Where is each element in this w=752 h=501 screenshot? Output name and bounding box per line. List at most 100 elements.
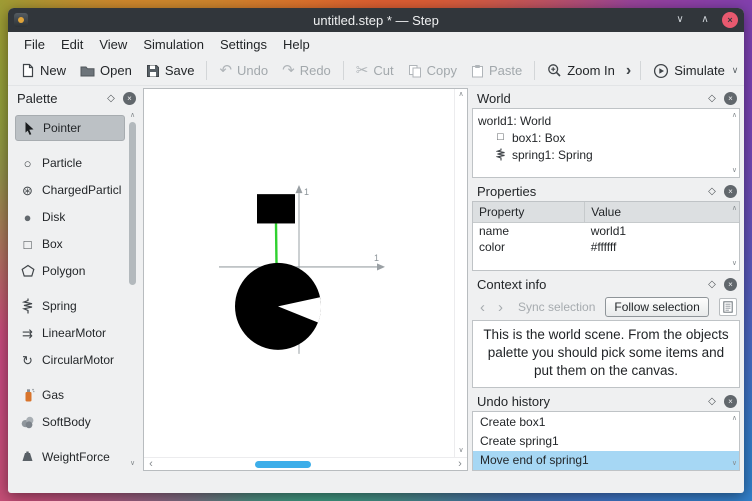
properties-float-icon[interactable]: ◇	[705, 186, 719, 197]
scroll-down-icon[interactable]: ∨	[732, 167, 737, 174]
new-button[interactable]: New	[14, 60, 73, 81]
undo-item-create-box1[interactable]: Create box1	[473, 413, 739, 432]
zoom-in-button[interactable]: Zoom In	[540, 60, 622, 81]
back-button[interactable]: ‹	[475, 300, 490, 315]
palette-item-softbody[interactable]: SoftBody	[15, 409, 125, 435]
palette-item-linearmotor[interactable]: ⇉ LinearMotor	[15, 320, 125, 346]
palette-item-box[interactable]: □ Box	[15, 231, 125, 257]
scroll-up-icon[interactable]: ∧	[458, 89, 463, 101]
tree-item-spring1[interactable]: spring1: Spring	[478, 146, 725, 163]
palette-item-polygon[interactable]: Polygon	[15, 258, 125, 284]
palette-item-circularmotor[interactable]: ↻ CircularMotor	[15, 347, 125, 373]
palette-close-button[interactable]: ×	[123, 91, 136, 105]
copy-button[interactable]: Copy	[401, 60, 464, 81]
spring-icon	[494, 148, 507, 161]
sync-selection-button[interactable]: Sync selection	[511, 297, 602, 317]
properties-close-button[interactable]: ×	[724, 184, 737, 198]
follow-selection-button[interactable]: Follow selection	[605, 297, 709, 317]
menu-edit[interactable]: Edit	[53, 35, 91, 54]
cut-button[interactable]: ✂ Cut	[349, 60, 401, 81]
forward-button[interactable]: ›	[493, 300, 508, 315]
undo-button[interactable]: ↶ Undo	[212, 60, 275, 81]
zoom-in-icon	[547, 63, 562, 78]
undo-history-float-icon[interactable]: ◇	[705, 396, 719, 407]
palette-item-pointer[interactable]: Pointer	[15, 115, 125, 141]
box-icon: □	[23, 236, 32, 252]
scroll-down-icon[interactable]: ∨	[458, 445, 463, 457]
horizontal-scroll-thumb[interactable]	[255, 461, 312, 468]
open-folder-icon	[80, 64, 95, 78]
close-button[interactable]: ×	[722, 12, 738, 28]
palette-item-label: Spring	[42, 299, 77, 313]
scroll-up-icon[interactable]: ∧	[732, 112, 737, 119]
redo-button[interactable]: ↷ Redo	[275, 60, 338, 81]
column-header-property[interactable]: Property	[473, 202, 586, 223]
scroll-right-icon[interactable]: ›	[453, 458, 467, 471]
spring-icon	[19, 298, 36, 314]
undo-item-move-end-of-spring1[interactable]: Move end of spring1	[473, 451, 739, 470]
canvas-horizontal-scrollbar[interactable]: ‹ ›	[144, 457, 467, 470]
documentation-button[interactable]	[719, 298, 737, 316]
scroll-up-icon[interactable]: ∧	[732, 415, 737, 422]
properties-title: Properties	[477, 183, 537, 199]
scroll-up-icon[interactable]: ∧	[128, 112, 137, 119]
scene-view[interactable]: 1 1	[144, 89, 454, 457]
menu-settings[interactable]: Settings	[212, 35, 275, 54]
context-info-close-button[interactable]: ×	[724, 277, 737, 291]
palette-header: Palette ◇ ×	[12, 88, 139, 108]
titlebar[interactable]: untitled.step * — Step ∨ ∧ ×	[8, 8, 744, 32]
scroll-down-icon[interactable]: ∨	[128, 460, 137, 467]
scroll-down-icon[interactable]: ∨	[732, 460, 737, 467]
properties-panel: Properties ◇ × Property Value name world…	[472, 181, 740, 271]
palette-float-icon[interactable]: ◇	[104, 93, 118, 104]
minimize-icon: ∨	[676, 14, 684, 25]
tree-item-world1[interactable]: world1: World	[478, 112, 725, 129]
menu-file[interactable]: File	[16, 35, 53, 54]
context-info-toolbar: ‹ › Sync selection Follow selection	[472, 294, 740, 320]
tree-item-box1[interactable]: □ box1: Box	[478, 129, 725, 146]
palette-item-weightforce[interactable]: WeightForce	[15, 444, 125, 470]
table-row[interactable]: name world1	[473, 223, 739, 240]
property-value-cell[interactable]: #ffffff	[585, 239, 739, 255]
maximize-button[interactable]: ∧	[697, 12, 713, 28]
undo-item-create-spring1[interactable]: Create spring1	[473, 432, 739, 451]
tree-item-label: world1: World	[478, 113, 552, 128]
world-canvas[interactable]: 1 1 ∧ ∨ ‹ ›	[143, 88, 468, 471]
palette-scroll-thumb[interactable]	[129, 122, 136, 286]
world-close-button[interactable]: ×	[724, 91, 737, 105]
properties-table-wrap: Property Value name world1 color #ffffff…	[472, 201, 740, 271]
minimize-button[interactable]: ∨	[672, 12, 688, 28]
canvas-vertical-scrollbar[interactable]: ∧ ∨	[454, 89, 467, 457]
simulate-button[interactable]: Simulate ∨	[646, 60, 744, 82]
paste-button[interactable]: Paste	[464, 60, 529, 81]
property-value-cell[interactable]: world1	[585, 223, 739, 240]
polygon-icon	[19, 264, 36, 278]
save-button[interactable]: Save	[139, 60, 202, 81]
toolbar-overflow-chevron[interactable]: ›	[622, 62, 635, 80]
world-float-icon[interactable]: ◇	[705, 93, 719, 104]
palette-item-spring[interactable]: Spring	[15, 293, 125, 319]
menu-help[interactable]: Help	[275, 35, 318, 54]
undo-history-close-button[interactable]: ×	[724, 394, 737, 408]
copy-icon	[408, 64, 422, 78]
column-header-value[interactable]: Value	[584, 202, 739, 223]
palette-item-gas[interactable]: Gas	[15, 382, 125, 408]
context-info-float-icon[interactable]: ◇	[705, 279, 719, 290]
palette-item-particle[interactable]: ○ Particle	[15, 150, 125, 176]
tree-item-label: box1: Box	[512, 130, 566, 145]
scroll-left-icon[interactable]: ‹	[144, 458, 158, 471]
world-title: World	[477, 90, 511, 106]
horizontal-scroll-track[interactable]	[158, 458, 453, 470]
menu-simulation[interactable]: Simulation	[135, 35, 212, 54]
menu-view[interactable]: View	[91, 35, 135, 54]
palette-panel: Palette ◇ × Pointer ○ Particle ⊛ Charged…	[12, 88, 139, 471]
scroll-up-icon[interactable]: ∧	[732, 205, 737, 212]
palette-item-label: Polygon	[42, 264, 86, 278]
table-row[interactable]: color #ffffff	[473, 239, 739, 255]
palette-item-chargedparticle[interactable]: ⊛ ChargedParticle	[15, 177, 125, 203]
scroll-down-icon[interactable]: ∨	[732, 260, 737, 267]
right-dock-column: World ◇ × world1: World □ box1: Box spri…	[472, 88, 740, 471]
palette-scrollbar[interactable]: ∧ ∨	[128, 112, 137, 467]
palette-item-disk[interactable]: ● Disk	[15, 204, 125, 230]
open-button[interactable]: Open	[73, 60, 139, 81]
